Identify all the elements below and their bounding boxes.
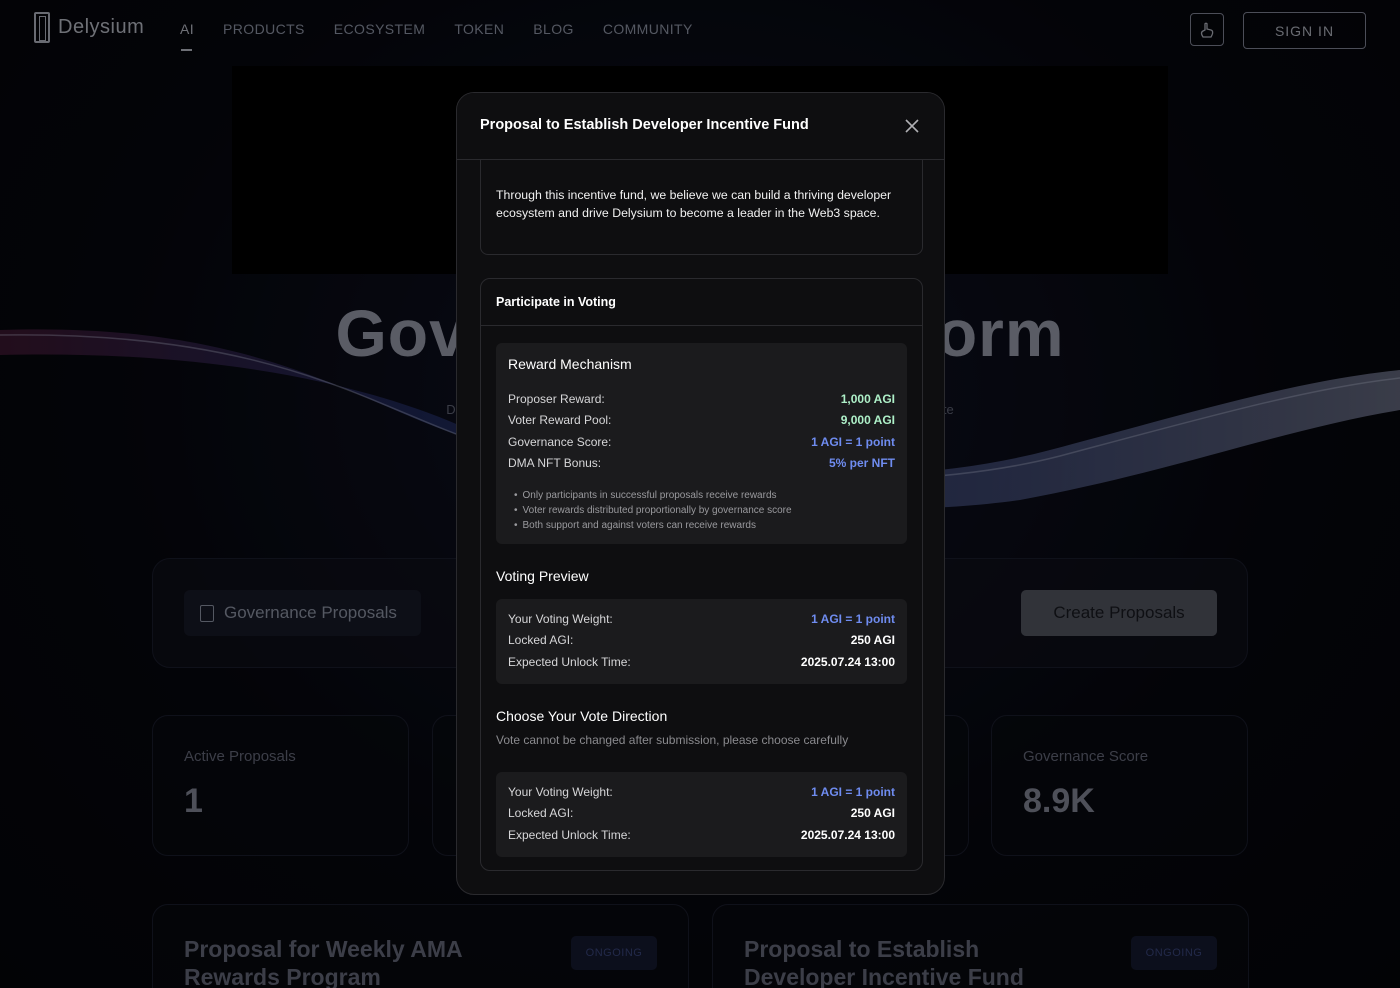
proposal-description-box: Through this incentive fund, we believe … (480, 160, 923, 255)
voting-preview-panel: Your Voting Weight: 1 AGI = 1 point Lock… (496, 599, 907, 684)
row-label: Expected Unlock Time: (508, 828, 631, 842)
row-label: Your Voting Weight: (508, 612, 613, 626)
voting-header-title: Participate in Voting (496, 295, 616, 309)
voting-header: Participate in Voting (481, 279, 922, 326)
reward-row: Governance Score: 1 AGI = 1 point (508, 435, 895, 455)
row-label: DMA NFT Bonus: (508, 456, 602, 470)
preview-row: Locked AGI: 250 AGI (508, 633, 895, 653)
reward-note: Voter rewards distributed proportionally… (514, 503, 792, 518)
reward-note: Both support and against voters can rece… (514, 518, 792, 533)
row-label: Voter Reward Pool: (508, 413, 612, 427)
modal-body[interactable]: Through this incentive fund, we believe … (457, 160, 944, 894)
reward-mechanism-title: Reward Mechanism (508, 356, 632, 372)
row-value: 250 AGI (850, 806, 895, 820)
row-value: 1 AGI = 1 point (811, 785, 895, 799)
reward-row: Proposer Reward: 1,000 AGI (508, 392, 895, 412)
voting-preview-title: Voting Preview (496, 568, 589, 584)
vote-direction-title: Choose Your Vote Direction (496, 708, 668, 724)
vote-direction-panel: Your Voting Weight: 1 AGI = 1 point Lock… (496, 772, 907, 857)
row-label: Proposer Reward: (508, 392, 605, 406)
row-label: Locked AGI: (508, 806, 574, 820)
preview-row: Your Voting Weight: 1 AGI = 1 point (508, 612, 895, 632)
row-label: Your Voting Weight: (508, 785, 613, 799)
preview-row: Expected Unlock Time: 2025.07.24 13:00 (508, 655, 895, 675)
vote-direction-subtitle: Vote cannot be changed after submission,… (496, 733, 849, 747)
row-value: 9,000 AGI (840, 413, 895, 427)
reward-note: Only participants in successful proposal… (514, 488, 792, 503)
close-icon[interactable] (902, 116, 922, 136)
row-value: 2025.07.24 13:00 (800, 828, 895, 842)
direction-row: Expected Unlock Time: 2025.07.24 13:00 (508, 828, 895, 848)
reward-row: Voter Reward Pool: 9,000 AGI (508, 413, 895, 433)
modal-title: Proposal to Establish Developer Incentiv… (480, 117, 809, 133)
direction-row: Your Voting Weight: 1 AGI = 1 point (508, 785, 895, 805)
reward-notes: Only participants in successful proposal… (514, 488, 792, 533)
row-label: Expected Unlock Time: (508, 655, 631, 669)
row-value: 2025.07.24 13:00 (800, 655, 895, 669)
row-value: 5% per NFT (828, 456, 895, 470)
row-label: Locked AGI: (508, 633, 574, 647)
row-value: 1,000 AGI (840, 392, 895, 406)
row-value: 250 AGI (850, 633, 895, 647)
row-value: 1 AGI = 1 point (811, 435, 895, 449)
proposal-description: Through this incentive fund, we believe … (496, 188, 892, 220)
proposal-modal: Proposal to Establish Developer Incentiv… (456, 92, 945, 895)
direction-row: Locked AGI: 250 AGI (508, 806, 895, 826)
page: Delysium AI PRODUCTS ECOSYSTEM TOKEN BLO… (0, 0, 1400, 988)
row-label: Governance Score: (508, 435, 612, 449)
modal-header: Proposal to Establish Developer Incentiv… (457, 93, 944, 160)
voting-section: Participate in Voting Reward Mechanism P… (480, 278, 923, 871)
row-value: 1 AGI = 1 point (811, 612, 895, 626)
reward-mechanism-panel: Reward Mechanism Proposer Reward: 1,000 … (496, 343, 907, 544)
reward-row: DMA NFT Bonus: 5% per NFT (508, 456, 895, 476)
